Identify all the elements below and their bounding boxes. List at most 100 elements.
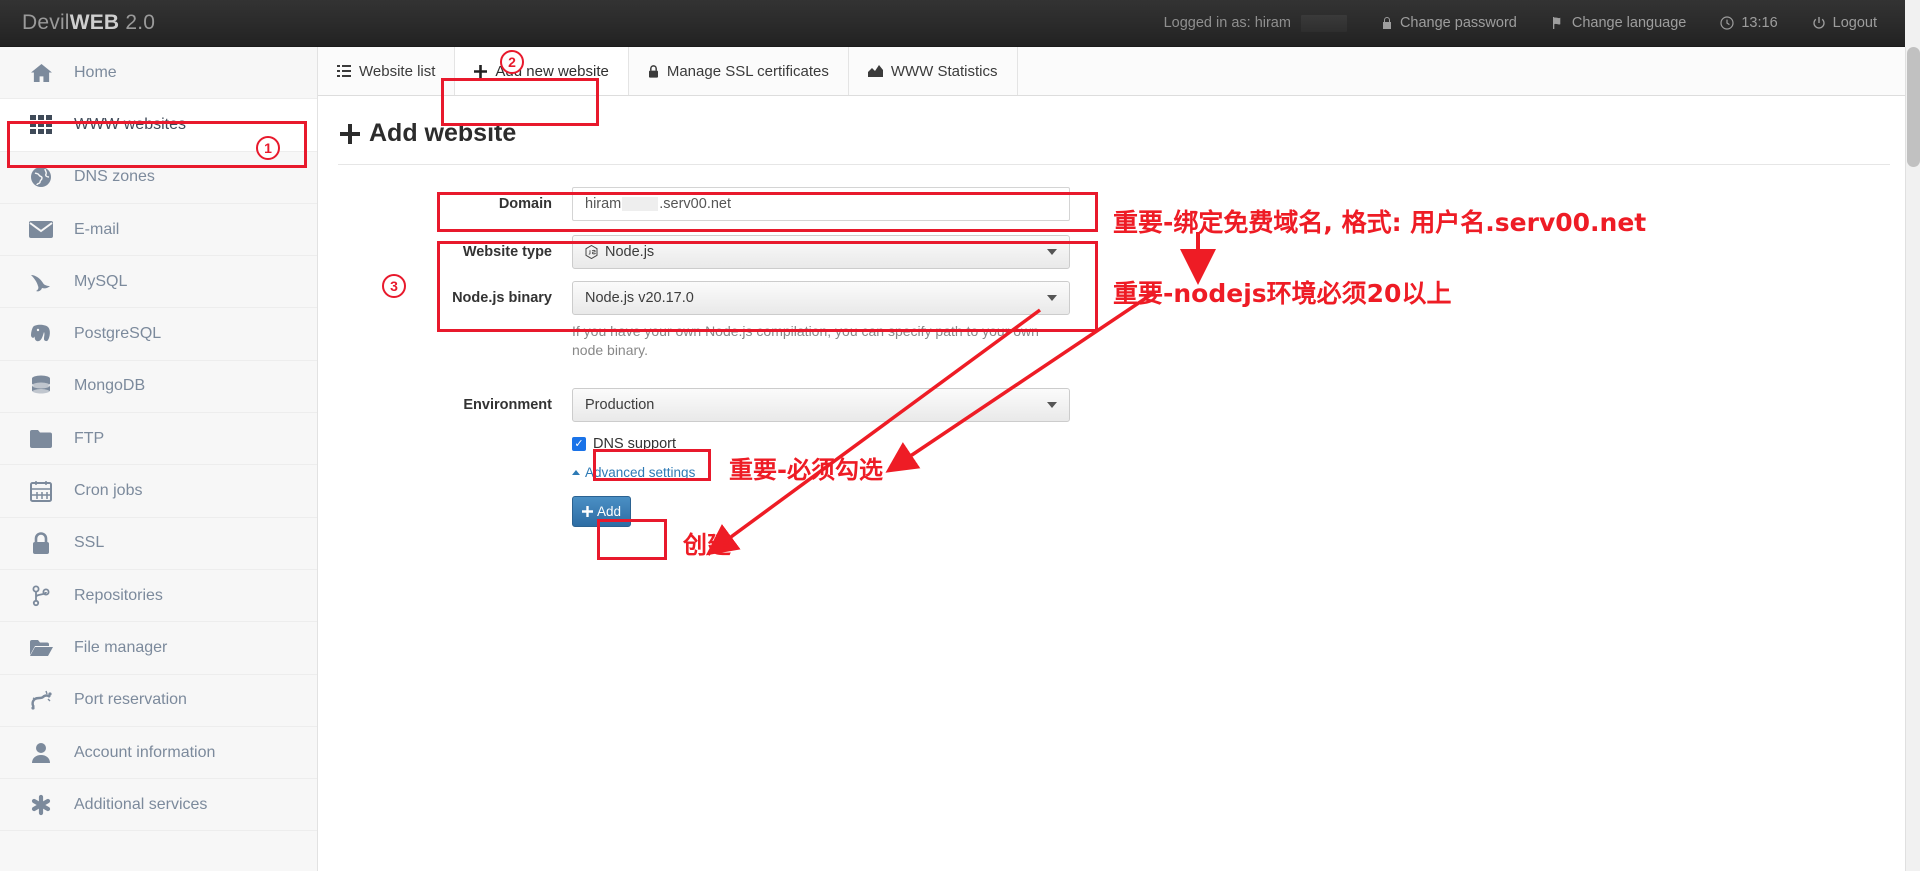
dns-support-checkbox[interactable]: ✓	[572, 437, 586, 451]
website-type-field-wrap: Node.js	[572, 235, 1070, 269]
nodejs-icon	[585, 245, 598, 259]
tab-label: Manage SSL certificates	[666, 62, 829, 80]
change-language-label: Change language	[1571, 15, 1687, 31]
globe-icon	[28, 166, 54, 188]
tab-manage-ssl-certificates[interactable]: Manage SSL certificates	[628, 47, 849, 95]
sidebar-item-label: Cron jobs	[74, 482, 143, 500]
sidebar-item-repositories[interactable]: Repositories	[0, 570, 317, 623]
environment-select[interactable]: Production	[572, 388, 1070, 422]
node-binary-select[interactable]: Node.js v20.17.0	[572, 281, 1070, 315]
chevron-down-icon	[1047, 402, 1057, 408]
annotation-note-domain: 重要-绑定免费域名, 格式: 用户名.serv00.net	[1113, 208, 1647, 237]
sidebar-item-label: Repositories	[74, 586, 163, 604]
home-icon	[28, 63, 54, 83]
sidebar-item-port-reservation[interactable]: Port reservation	[0, 675, 317, 727]
environment-label: Environment	[463, 397, 552, 413]
form-row-environment: Environment Production	[340, 388, 1910, 422]
change-language-link[interactable]: Change language	[1534, 0, 1704, 47]
sidebar-item-account-information[interactable]: Account information	[0, 727, 317, 780]
elephant-icon	[28, 323, 54, 345]
advanced-settings-label: Advanced settings	[585, 465, 696, 480]
page-title-label: Add website	[369, 119, 517, 147]
tab-label: WWW Statistics	[890, 62, 998, 80]
add-button-label: Add	[596, 504, 622, 519]
sidebar-item-cron-jobs[interactable]: Cron jobs	[0, 465, 317, 518]
sidebar-item-email[interactable]: E-mail	[0, 204, 317, 257]
plus-icon	[581, 506, 593, 517]
domain-value-prefix: hiram	[585, 196, 622, 212]
top-header-bar: DevilWEB 2.0 Logged in as: hiram Change …	[0, 0, 1920, 47]
sidebar-item-mysql[interactable]: MySQL	[0, 256, 317, 309]
chart-icon	[867, 65, 883, 77]
sidebar-item-label: SSL	[74, 534, 105, 552]
page-scrollbar[interactable]	[1905, 47, 1920, 871]
tab-label: Website list	[359, 62, 436, 80]
sidebar-item-label: DNS zones	[74, 168, 155, 186]
annotation-note-add: 创建	[683, 531, 731, 559]
sidebar-item-label: Home	[74, 63, 117, 81]
header-actions: Logged in as: hiram Change password Chan…	[1147, 0, 1920, 47]
sidebar-item-ssl[interactable]: SSL	[0, 518, 317, 570]
sidebar-item-label: File manager	[74, 638, 168, 656]
add-button[interactable]: Add	[572, 496, 631, 527]
redacted-domain-part	[622, 197, 659, 212]
node-binary-field-wrap: Node.js v20.17.0 If you have your own No…	[572, 281, 1070, 360]
form-row-actions: ✓ DNS support Advanced settings Add	[340, 436, 1910, 527]
domain-label: Domain	[498, 196, 552, 212]
annotation-note-node: 重要-nodejs环境必须20以上	[1113, 279, 1452, 308]
grid-icon	[28, 115, 54, 135]
domain-input[interactable]: hiram .serv00.net	[572, 187, 1070, 221]
clock-label: 13:16	[1741, 15, 1778, 31]
code-branch-icon	[28, 585, 54, 607]
sidebar-item-mongodb[interactable]: MongoDB	[0, 361, 317, 414]
folder-icon	[28, 429, 54, 449]
sidebar-item-additional-services[interactable]: Additional services	[0, 779, 317, 832]
sidebar-item-label: WWW websites	[74, 115, 186, 133]
sidebar-item-postgresql[interactable]: PostgreSQL	[0, 308, 317, 361]
sidebar-item-ftp[interactable]: FTP	[0, 413, 317, 466]
logout-link[interactable]: Logout	[1795, 0, 1894, 47]
chevron-down-icon	[1047, 249, 1057, 255]
tab-website-list[interactable]: Website list	[318, 47, 456, 95]
lock-icon	[28, 532, 54, 555]
environment-value: Production	[585, 397, 655, 413]
annotation-marker-2: 2	[500, 50, 524, 74]
sidebar-item-home[interactable]: Home	[0, 47, 317, 100]
redacted-username	[1300, 14, 1347, 32]
domain-field-wrap: hiram .serv00.net	[572, 187, 1070, 221]
sidebar-item-label: Additional services	[74, 795, 208, 813]
node-binary-label: Node.js binary	[452, 290, 552, 306]
chevron-down-icon	[1047, 295, 1057, 301]
brand-bold: WEB	[69, 11, 120, 34]
chevron-up-icon	[572, 470, 580, 475]
logged-in-label: Logged in as: hiram	[1163, 15, 1291, 31]
dolphin-icon	[28, 272, 54, 292]
title-divider	[338, 164, 1890, 165]
sidebar-item-label: MongoDB	[74, 377, 146, 395]
sidebar-item-label: PostgreSQL	[74, 325, 162, 343]
form-row-website-type: Website type Node.js	[340, 235, 1910, 269]
sidebar-item-label: FTP	[74, 429, 105, 447]
tab-www-statistics[interactable]: WWW Statistics	[848, 47, 1018, 95]
advanced-settings-link[interactable]: Advanced settings	[572, 465, 695, 480]
sidebar-nav: Home WWW websites DNS zones E-mail MySQL…	[0, 47, 318, 871]
website-type-select[interactable]: Node.js	[572, 235, 1070, 269]
sidebar-item-file-manager[interactable]: File manager	[0, 622, 317, 675]
flag-icon	[1551, 16, 1565, 30]
node-binary-value: Node.js v20.17.0	[585, 290, 694, 306]
user-icon	[28, 742, 54, 763]
annotation-marker-3: 3	[382, 274, 406, 298]
website-type-label: Website type	[462, 244, 552, 260]
app-brand[interactable]: DevilWEB 2.0	[0, 11, 155, 35]
plus-icon	[340, 123, 360, 144]
clock-icon	[1720, 16, 1734, 30]
database-icon	[28, 375, 54, 397]
sidebar-item-label: E-mail	[74, 220, 120, 238]
change-password-link[interactable]: Change password	[1364, 0, 1534, 47]
dns-support-label: DNS support	[593, 436, 677, 452]
page-title: Add website	[318, 96, 1910, 164]
scrollbar-thumb[interactable]	[1907, 47, 1920, 167]
tab-add-new-website[interactable]: Add new website	[455, 47, 629, 95]
brand-prefix: Devil	[22, 11, 70, 34]
logged-in-user: Logged in as: hiram	[1147, 0, 1364, 47]
